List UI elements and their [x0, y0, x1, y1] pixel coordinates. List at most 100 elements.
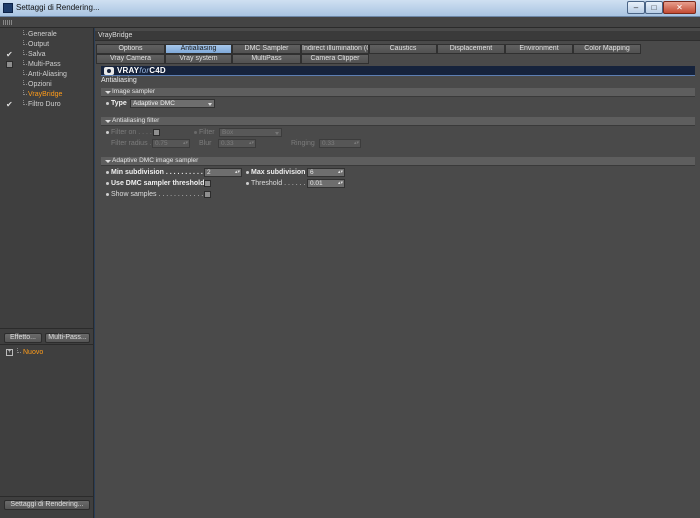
- render-settings-button[interactable]: Settaggi di Rendering...: [4, 500, 90, 510]
- tree-item-filtro-duro[interactable]: ✔ Filtro Duro: [0, 100, 93, 110]
- animation-dot-icon[interactable]: [106, 102, 109, 105]
- tree-item-multipass[interactable]: Multi-Pass: [0, 60, 93, 70]
- ringing-field[interactable]: 0.33 ▴▾: [319, 139, 361, 148]
- collapse-triangle-icon[interactable]: [105, 91, 111, 94]
- show-samples-checkbox[interactable]: [204, 191, 211, 198]
- tab-displacement[interactable]: Displacement: [437, 44, 505, 54]
- tab-environment[interactable]: Environment: [505, 44, 573, 54]
- tab-vray-camera[interactable]: Vray Camera: [96, 54, 165, 64]
- animation-dot-icon[interactable]: [246, 171, 249, 174]
- image-sampler-type-select[interactable]: Adaptive DMC: [130, 99, 215, 108]
- tree-item-label: Generale: [28, 31, 57, 38]
- dropdown-arrow-icon: [275, 132, 279, 135]
- tab-color-mapping[interactable]: Color Mapping: [573, 44, 641, 54]
- vraybridge-settings-panel: VrayBridge Options Antialiasing DMC Samp…: [95, 28, 700, 518]
- tree-item-label: Salva: [28, 51, 46, 58]
- animation-dot-icon[interactable]: [106, 131, 109, 134]
- filter-radius-label: Filter radius . .: [111, 140, 156, 147]
- use-dmc-threshold-label: Use DMC sampler threshold: [111, 180, 205, 187]
- group-adaptive-dmc[interactable]: Adaptive DMC image sampler: [101, 157, 695, 166]
- blur-field[interactable]: 0.33 ▴▾: [218, 139, 256, 148]
- show-samples-label: Show samples . . . . . . . . . . . . . .: [111, 191, 211, 198]
- filter-type-select[interactable]: Box: [219, 128, 282, 137]
- window-title: Settaggi di Rendering...: [16, 3, 100, 12]
- filter-on-label: Filter on . . . .: [111, 129, 152, 136]
- tree-item-label: Multi-Pass: [28, 61, 61, 68]
- dropdown-arrow-icon: [208, 103, 212, 106]
- tab-multipass[interactable]: MultiPass: [232, 54, 301, 64]
- tree-item-vraybridge[interactable]: VrayBridge: [0, 90, 93, 100]
- checkmark-icon[interactable]: ✔: [6, 100, 14, 109]
- post-effect-label: Nuovo: [23, 349, 44, 356]
- expand-icon[interactable]: +: [6, 349, 13, 356]
- render-settings-tree: Generale Output ✔ Salva Multi-Pass Anti-…: [0, 28, 94, 518]
- minimize-button[interactable]: –: [627, 1, 645, 14]
- vray-logo-bar: VRAYforC4D: [101, 66, 695, 76]
- tree-item-output[interactable]: Output: [0, 40, 93, 50]
- tree-item-label: Output: [28, 41, 50, 48]
- ringing-label: Ringing: [291, 140, 315, 147]
- group-title: Adaptive DMC image sampler: [112, 157, 199, 164]
- threshold-label: Threshold . . . . . . .: [251, 180, 310, 187]
- group-image-sampler[interactable]: Image sampler: [101, 88, 695, 97]
- spinner-icon[interactable]: ▴▾: [338, 180, 343, 187]
- animation-dot-icon[interactable]: [194, 131, 197, 134]
- grip-icon[interactable]: [3, 20, 12, 25]
- app-icon: [3, 3, 13, 13]
- collapse-triangle-icon[interactable]: [105, 160, 111, 163]
- multipass-button[interactable]: Multi-Pass...: [45, 333, 90, 343]
- threshold-field[interactable]: 0.01 ▴▾: [307, 179, 345, 188]
- spinner-icon[interactable]: ▴▾: [235, 169, 240, 176]
- tab-vray-system[interactable]: Vray system: [165, 54, 232, 64]
- max-subdivision-field[interactable]: 6 ▴▾: [307, 168, 345, 177]
- spinner-icon[interactable]: ▴▾: [354, 140, 359, 147]
- animation-dot-icon[interactable]: [106, 182, 109, 185]
- divider: [0, 496, 93, 497]
- tree-item-label: Opzioni: [28, 81, 52, 88]
- animation-dot-icon[interactable]: [106, 171, 109, 174]
- filter-radius-field[interactable]: 0.75 ▴▾: [152, 139, 190, 148]
- close-button[interactable]: ✕: [663, 1, 696, 14]
- collapse-triangle-icon[interactable]: [105, 120, 111, 123]
- post-effect-item-nuovo[interactable]: + Nuovo: [4, 348, 92, 358]
- tree-item-label: Filtro Duro: [28, 101, 61, 108]
- tab-camera-clipper[interactable]: Camera Clipper: [301, 54, 369, 64]
- use-dmc-threshold-checkbox[interactable]: [204, 180, 211, 187]
- tab-caustics[interactable]: Caustics: [369, 44, 437, 54]
- max-subdivision-label: Max subdivision: [251, 169, 306, 176]
- tree-item-anti-aliasing[interactable]: Anti-Aliasing: [0, 70, 93, 80]
- tab-options[interactable]: Options: [96, 44, 165, 54]
- tree-item-opzioni[interactable]: Opzioni: [0, 80, 93, 90]
- divider: [0, 344, 93, 345]
- vray-logo-icon: [104, 67, 114, 75]
- tree-item-generale[interactable]: Generale: [0, 30, 93, 40]
- checkmark-icon[interactable]: ✔: [6, 50, 14, 59]
- type-label: Type: [111, 100, 127, 107]
- animation-dot-icon[interactable]: [246, 182, 249, 185]
- checkbox-icon[interactable]: [6, 61, 13, 68]
- spinner-icon[interactable]: ▴▾: [249, 140, 254, 147]
- divider: [0, 328, 93, 329]
- window-titlebar: Settaggi di Rendering... – □ ✕: [0, 0, 700, 17]
- tree-item-salva[interactable]: ✔ Salva: [0, 50, 93, 60]
- effect-button[interactable]: Effetto...: [4, 333, 42, 343]
- tab-antialiasing[interactable]: Antialiasing: [165, 44, 232, 54]
- tab-indirect-illumination[interactable]: Indirect illumination (GI): [301, 44, 369, 54]
- min-subdivision-field[interactable]: 2 ▴▾: [204, 168, 242, 177]
- spinner-icon[interactable]: ▴▾: [183, 140, 188, 147]
- tab-dmc-sampler[interactable]: DMC Sampler: [232, 44, 301, 54]
- group-antialiasing-filter[interactable]: Antialiasing filter: [101, 117, 695, 126]
- panel-title: VrayBridge: [98, 32, 133, 39]
- tree-item-label: VrayBridge: [28, 91, 63, 98]
- min-subdivision-label: Min subdivision . . . . . . . . . .: [111, 169, 203, 176]
- maximize-button[interactable]: □: [645, 1, 663, 14]
- animation-dot-icon[interactable]: [106, 193, 109, 196]
- filter-on-checkbox[interactable]: [153, 129, 160, 136]
- filter-label: Filter: [199, 129, 215, 136]
- panel-header: VrayBridge: [95, 31, 700, 41]
- tree-item-label: Anti-Aliasing: [28, 71, 67, 78]
- blur-label: Blur: [199, 140, 212, 147]
- spinner-icon[interactable]: ▴▾: [338, 169, 343, 176]
- toolstrip: [0, 17, 700, 28]
- vray-logo: VRAYforC4D: [117, 66, 166, 75]
